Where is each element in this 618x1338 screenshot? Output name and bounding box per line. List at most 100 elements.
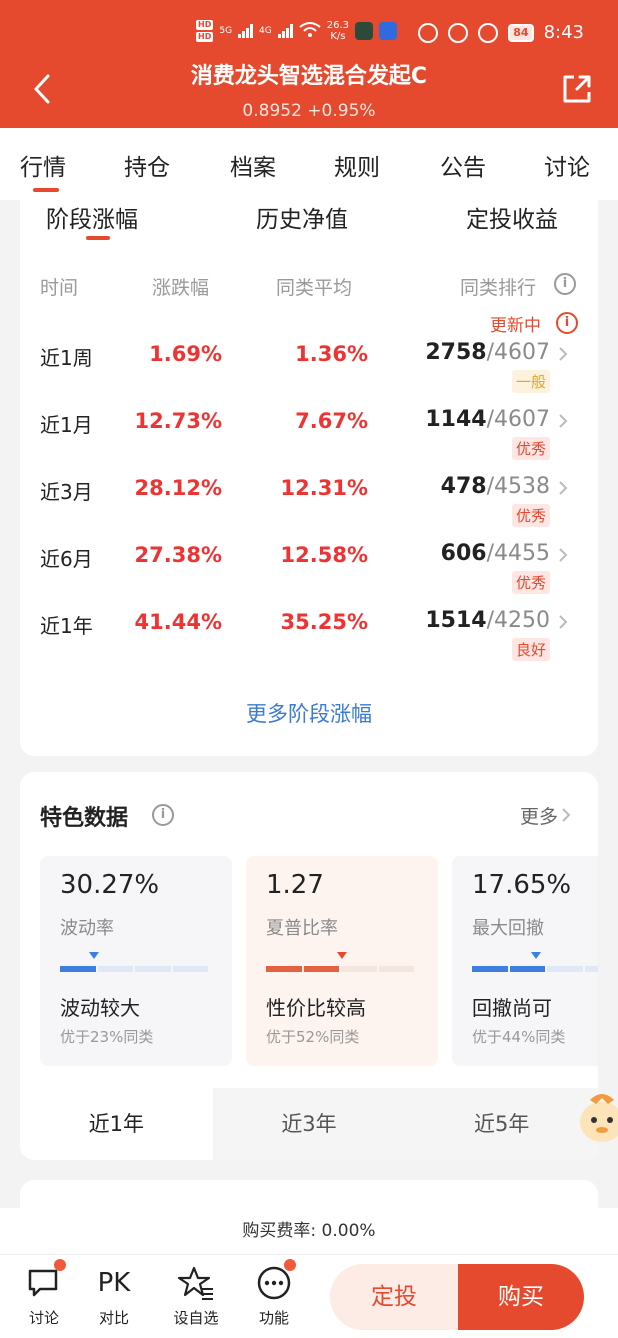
tab-rules[interactable]: 规则 <box>334 148 380 182</box>
net-speed: 26.3 K/s <box>326 20 350 42</box>
bottom-discuss-button[interactable]: 讨论 <box>14 1259 74 1328</box>
metric-marker <box>531 952 541 959</box>
more-period-returns-link[interactable]: 更多阶段涨幅 <box>20 698 598 728</box>
tab-profile[interactable]: 档案 <box>230 148 276 182</box>
row-rank: 1514/4250 <box>425 608 550 633</box>
rank-badge: 良好 <box>511 638 550 661</box>
metric-sub: 优于44%同类 <box>472 1028 566 1046</box>
bottom-watchlist-button[interactable]: 设自选 <box>166 1265 226 1328</box>
star-list-icon <box>177 1265 214 1301</box>
mascot-float-icon[interactable] <box>578 1086 618 1148</box>
metric-gauge <box>60 966 208 972</box>
metric-value: 30.27% <box>60 870 160 900</box>
row-period: 近6月 <box>40 547 93 571</box>
table-row[interactable]: 近3月 28.12% 12.31% 478/4538 优秀 <box>20 464 598 530</box>
chevron-right-icon <box>559 414 568 428</box>
metric-gauge <box>266 966 414 972</box>
share-icon[interactable] <box>560 72 594 106</box>
eye-icon <box>448 22 469 43</box>
alarm-icon <box>478 22 499 43</box>
table-row[interactable]: 近1年 41.44% 35.25% 1514/4250 良好 <box>20 598 598 664</box>
wifi-icon <box>299 21 321 41</box>
subtab-sip-returns[interactable]: 定投收益 <box>466 200 558 234</box>
row-rank: 478/4538 <box>440 474 550 499</box>
period-tabs: 近1年 近3年 近5年 <box>20 1088 598 1160</box>
table-row[interactable]: 近6月 27.38% 12.58% 606/4455 优秀 <box>20 531 598 597</box>
app-notification-icon <box>355 22 374 40</box>
table-row[interactable]: 近1周 1.69% 1.36% 2758/4607 一般 <box>20 330 598 396</box>
period-tab-5y[interactable]: 近5年 <box>405 1088 598 1160</box>
pk-icon: PK <box>97 1268 131 1298</box>
feature-data-title: 特色数据 <box>40 806 129 831</box>
row-avg: 12.58% <box>280 543 368 567</box>
metric-gauge <box>472 966 598 972</box>
row-rank: 606/4455 <box>440 541 550 566</box>
rank-badge: 一般 <box>511 370 550 393</box>
rank-badge: 优秀 <box>511 571 550 594</box>
returns-card: 阶段涨幅 历史净值 定投收益 时间 涨跌幅 同类平均 同类排行 i 更新中 i … <box>20 200 598 756</box>
metric-value: 17.65% <box>472 870 572 900</box>
feature-data-card: 特色数据 i 更多 30.27% 波动率 波动较大 优于23%同类 1.27 夏… <box>20 772 598 1160</box>
row-rank: 2758/4607 <box>425 340 550 365</box>
metric-marker <box>337 952 347 959</box>
row-period: 近1月 <box>40 413 93 437</box>
row-change: 27.38% <box>134 543 222 567</box>
more-dots-icon <box>256 1259 296 1301</box>
clock: 8:43 <box>543 22 584 43</box>
metric-volatility[interactable]: 30.27% 波动率 波动较大 优于23%同类 <box>40 856 232 1066</box>
col-header-avg: 同类平均 <box>276 277 353 299</box>
bottom-action-bar: 讨论 PK 对比 设自选 功能 定投 购买 <box>0 1254 618 1338</box>
hd-icon: HD HD <box>196 20 214 42</box>
fund-nav: 0.8952 +0.95% <box>242 101 376 121</box>
bottom-compare-button[interactable]: PK 对比 <box>84 1265 144 1328</box>
signal-icon <box>238 24 254 38</box>
status-bar: HD HD 5G 4G 26.3 K/s 84 8:43 <box>0 18 618 52</box>
col-header-period: 时间 <box>40 277 79 299</box>
signal-5g-label: 5G <box>219 26 233 36</box>
row-avg: 12.31% <box>280 476 368 500</box>
row-period: 近3月 <box>40 480 93 504</box>
dnd-icon <box>418 22 439 43</box>
metric-label: 波动率 <box>60 918 114 939</box>
period-tab-1y[interactable]: 近1年 <box>20 1088 213 1160</box>
col-header-rank: 同类排行 <box>460 277 537 299</box>
metric-sharpe[interactable]: 1.27 夏普比率 性价比较高 优于52%同类 <box>246 856 438 1066</box>
period-tab-3y[interactable]: 近3年 <box>212 1088 406 1160</box>
chevron-right-icon <box>559 347 568 361</box>
feature-info-icon[interactable]: i <box>152 804 174 826</box>
subtab-period-returns[interactable]: 阶段涨幅 <box>46 200 138 240</box>
metric-max-drawdown[interactable]: 17.65% 最大回撤 回撤尚可 优于44%同类 <box>452 856 598 1066</box>
app-notification-icon-2 <box>379 22 398 40</box>
row-change: 28.12% <box>134 476 222 500</box>
rank-badge: 优秀 <box>511 437 550 460</box>
bottom-functions-button[interactable]: 功能 <box>244 1259 304 1328</box>
chevron-right-icon[interactable] <box>560 806 572 824</box>
metric-desc: 回撤尚可 <box>472 996 552 1020</box>
chat-icon <box>26 1259 66 1301</box>
buy-button[interactable]: 购买 <box>458 1264 584 1330</box>
metric-label: 最大回撤 <box>472 918 544 939</box>
row-period: 近1周 <box>40 346 93 370</box>
app-header: HD HD 5G 4G 26.3 K/s 84 8:43 消费龙头智选混合发起C … <box>0 0 618 128</box>
tab-holdings[interactable]: 持仓 <box>124 148 170 182</box>
battery-icon: 84 <box>508 23 534 42</box>
tab-discussion[interactable]: 讨论 <box>544 148 590 182</box>
bottom-label: 讨论 <box>28 1309 59 1327</box>
tab-market[interactable]: 行情 <box>20 148 66 192</box>
feature-more-link[interactable]: 更多 <box>520 802 558 829</box>
metric-desc: 性价比较高 <box>266 996 366 1020</box>
row-change: 1.69% <box>149 342 222 366</box>
metric-sub: 优于52%同类 <box>266 1028 360 1046</box>
subtab-history-nav[interactable]: 历史净值 <box>256 200 348 234</box>
fund-title: 消费龙头智选混合发起C <box>190 64 428 89</box>
main-tab-bar: 行情 持仓 档案 规则 公告 讨论 <box>0 128 618 200</box>
sip-button[interactable]: 定投 <box>330 1264 458 1330</box>
metric-sub: 优于23%同类 <box>60 1028 154 1046</box>
row-rank: 1144/4607 <box>425 407 550 432</box>
row-avg: 7.67% <box>295 409 368 433</box>
table-row[interactable]: 近1月 12.73% 7.67% 1144/4607 优秀 <box>20 397 598 463</box>
tab-announcements[interactable]: 公告 <box>440 148 486 182</box>
bottom-label: 对比 <box>98 1309 129 1327</box>
rank-info-icon[interactable]: i <box>554 273 576 295</box>
row-avg: 1.36% <box>295 342 368 366</box>
